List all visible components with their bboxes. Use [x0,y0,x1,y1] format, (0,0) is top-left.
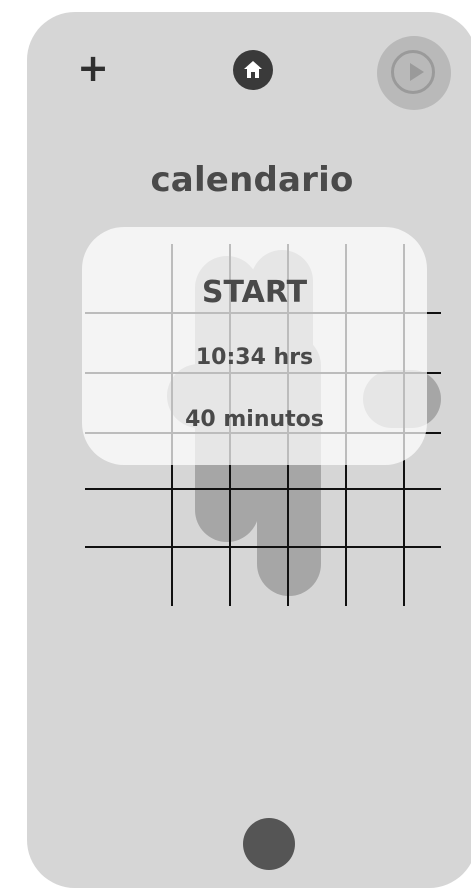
add-button[interactable]: + [75,49,111,87]
grid-hline [85,488,441,490]
play-icon [391,50,435,94]
play-triangle-icon [410,63,424,81]
home-button[interactable] [233,50,273,90]
top-toolbar: + [27,12,471,132]
play-button[interactable] [377,36,451,110]
page-title: calendario [150,160,354,200]
phone-screen: + calendario START 10:34 hrs 40 minutos [27,12,471,888]
plus-icon: + [77,46,109,90]
event-duration: 40 minutos [185,407,324,432]
home-icon [244,61,262,78]
event-time: 10:34 hrs [195,345,314,370]
event-start-label: START [201,275,308,310]
event-card[interactable]: START 10:34 hrs 40 minutos [82,227,427,465]
home-indicator-button[interactable] [243,818,295,870]
grid-hline [85,546,441,548]
